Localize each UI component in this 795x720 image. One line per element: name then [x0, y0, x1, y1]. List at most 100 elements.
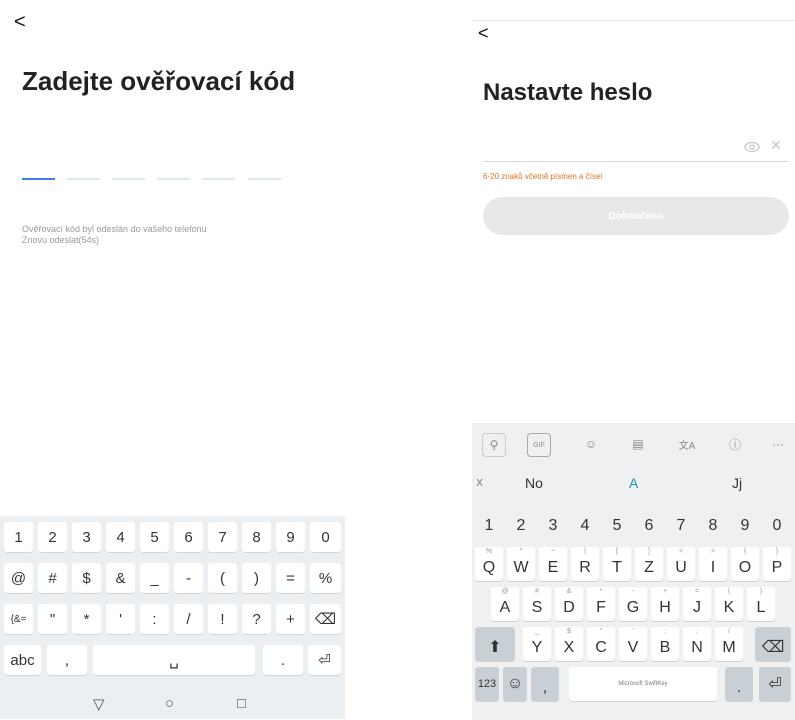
key-period[interactable]: . [263, 645, 303, 675]
key-v[interactable]: ' V [619, 627, 647, 661]
key-t[interactable]: [T [603, 547, 631, 581]
key-exclamation[interactable]: ! [208, 604, 237, 634]
key-hash[interactable]: # [38, 563, 67, 593]
done-button[interactable]: Dokončeno [483, 197, 789, 235]
key-at[interactable]: @ [4, 563, 33, 593]
key-a[interactable]: @ A [491, 587, 519, 621]
key-d[interactable]: & D [555, 587, 583, 621]
key-dollar[interactable]: $ [72, 563, 101, 593]
emoji-icon[interactable]: ☺ [503, 667, 527, 701]
enter-icon[interactable]: ⏎ [308, 645, 341, 675]
backspace-icon[interactable]: ⌫ [755, 627, 791, 661]
code-slot[interactable] [248, 178, 281, 180]
eye-icon[interactable] [744, 139, 760, 155]
suggestion-1[interactable]: No [525, 475, 543, 491]
key-9[interactable]: 9 [276, 522, 305, 552]
key-p[interactable]: } P [763, 547, 791, 581]
key-j[interactable]: = J [683, 587, 711, 621]
nav-back-icon[interactable]: ▽ [93, 695, 105, 713]
key-c[interactable]: " C [587, 627, 615, 661]
backspace-icon[interactable]: ⌫ [310, 604, 341, 634]
key-space[interactable]: Microsoft SwiftKey [569, 667, 717, 701]
shift-icon[interactable]: ⬆ [475, 627, 515, 661]
code-slot[interactable] [22, 178, 55, 180]
key-8[interactable]: 8 [699, 509, 727, 543]
key-9[interactable]: 9 [731, 509, 759, 543]
key-l[interactable]: ) L [747, 587, 775, 621]
key-1[interactable]: 1 [4, 522, 33, 552]
key-3[interactable]: 3 [539, 509, 567, 543]
key-b[interactable]: :B [651, 627, 679, 661]
key-y[interactable]: _ Y [523, 627, 551, 661]
key-5[interactable]: 5 [603, 509, 631, 543]
key-space[interactable]: ␣ [93, 645, 255, 675]
key-w[interactable]: ^ W [507, 547, 535, 581]
key-ampersand[interactable]: & [106, 563, 135, 593]
key-e[interactable]: ~ E [539, 547, 567, 581]
key-2[interactable]: 2 [507, 509, 535, 543]
key-k[interactable]: (K [715, 587, 743, 621]
key-comma[interactable]: , [531, 667, 559, 701]
enter-icon[interactable]: ⏎ [759, 667, 791, 701]
key-m[interactable]: / M [715, 627, 743, 661]
suggestion-2[interactable]: A [629, 475, 638, 491]
password-field[interactable] [483, 161, 789, 162]
key-apostrophe[interactable]: ' [106, 604, 135, 634]
info-icon[interactable]: ⓘ [724, 433, 746, 455]
key-slash[interactable]: / [174, 604, 203, 634]
key-r[interactable]: | R [571, 547, 599, 581]
key-percent[interactable]: % [310, 563, 341, 593]
key-q[interactable]: % Q [475, 547, 503, 581]
key-hyphen[interactable]: - [174, 563, 203, 593]
key-6[interactable]: 6 [174, 522, 203, 552]
search-icon[interactable]: ⚲ [482, 433, 506, 457]
key-equals[interactable]: = [276, 563, 305, 593]
key-6[interactable]: 6 [635, 509, 663, 543]
key-question[interactable]: ? [242, 604, 271, 634]
key-s[interactable]: # S [523, 587, 551, 621]
key-x[interactable]: $ X [555, 627, 583, 661]
key-123[interactable]: 123 [475, 667, 499, 701]
nav-recent-icon[interactable]: □ [237, 695, 246, 712]
translate-icon[interactable]: 文A [676, 433, 698, 455]
code-slot[interactable] [67, 178, 100, 180]
key-7[interactable]: 7 [208, 522, 237, 552]
key-n[interactable]: ; N [683, 627, 711, 661]
key-colon[interactable]: : [140, 604, 169, 634]
more-icon[interactable]: ··· [767, 433, 789, 455]
key-f[interactable]: * F [587, 587, 615, 621]
nav-home-icon[interactable]: ○ [165, 695, 174, 712]
collapse-icon[interactable]: ⅹ [476, 475, 483, 489]
key-z[interactable]: ] Z [635, 547, 663, 581]
key-5[interactable]: 5 [140, 522, 169, 552]
key-h[interactable]: + H [651, 587, 679, 621]
key-g[interactable]: -G [619, 587, 647, 621]
key-0[interactable]: 0 [310, 522, 341, 552]
key-4[interactable]: 4 [571, 509, 599, 543]
clear-icon[interactable]: ✕ [770, 137, 782, 154]
key-0[interactable]: 0 [763, 509, 791, 543]
key-asterisk[interactable]: * [72, 604, 101, 634]
key-paren-close[interactable]: ) [242, 563, 271, 593]
key-quote[interactable]: " [38, 604, 67, 634]
code-slot[interactable] [112, 178, 145, 180]
key-symbols-toggle[interactable]: {&= [4, 604, 33, 634]
resend-link[interactable]: Znovu odeslat(54s) [22, 235, 99, 245]
clipboard-icon[interactable]: ▤ [627, 433, 649, 455]
key-3[interactable]: 3 [72, 522, 101, 552]
code-slot[interactable] [202, 178, 235, 180]
key-o[interactable]: {O [731, 547, 759, 581]
back-button[interactable]: < [478, 23, 489, 44]
key-7[interactable]: 7 [667, 509, 695, 543]
key-4[interactable]: 4 [106, 522, 135, 552]
key-underscore[interactable]: _ [140, 563, 169, 593]
key-8[interactable]: 8 [242, 522, 271, 552]
key-2[interactable]: 2 [38, 522, 67, 552]
back-button[interactable]: < [14, 12, 26, 32]
key-u[interactable]: < U [667, 547, 695, 581]
sticker-icon[interactable]: ☺ [580, 433, 602, 455]
key-abc[interactable]: abc [4, 645, 41, 675]
key-plus[interactable]: + [276, 604, 305, 634]
suggestion-3[interactable]: Jj [732, 475, 742, 491]
code-slot[interactable] [157, 178, 190, 180]
